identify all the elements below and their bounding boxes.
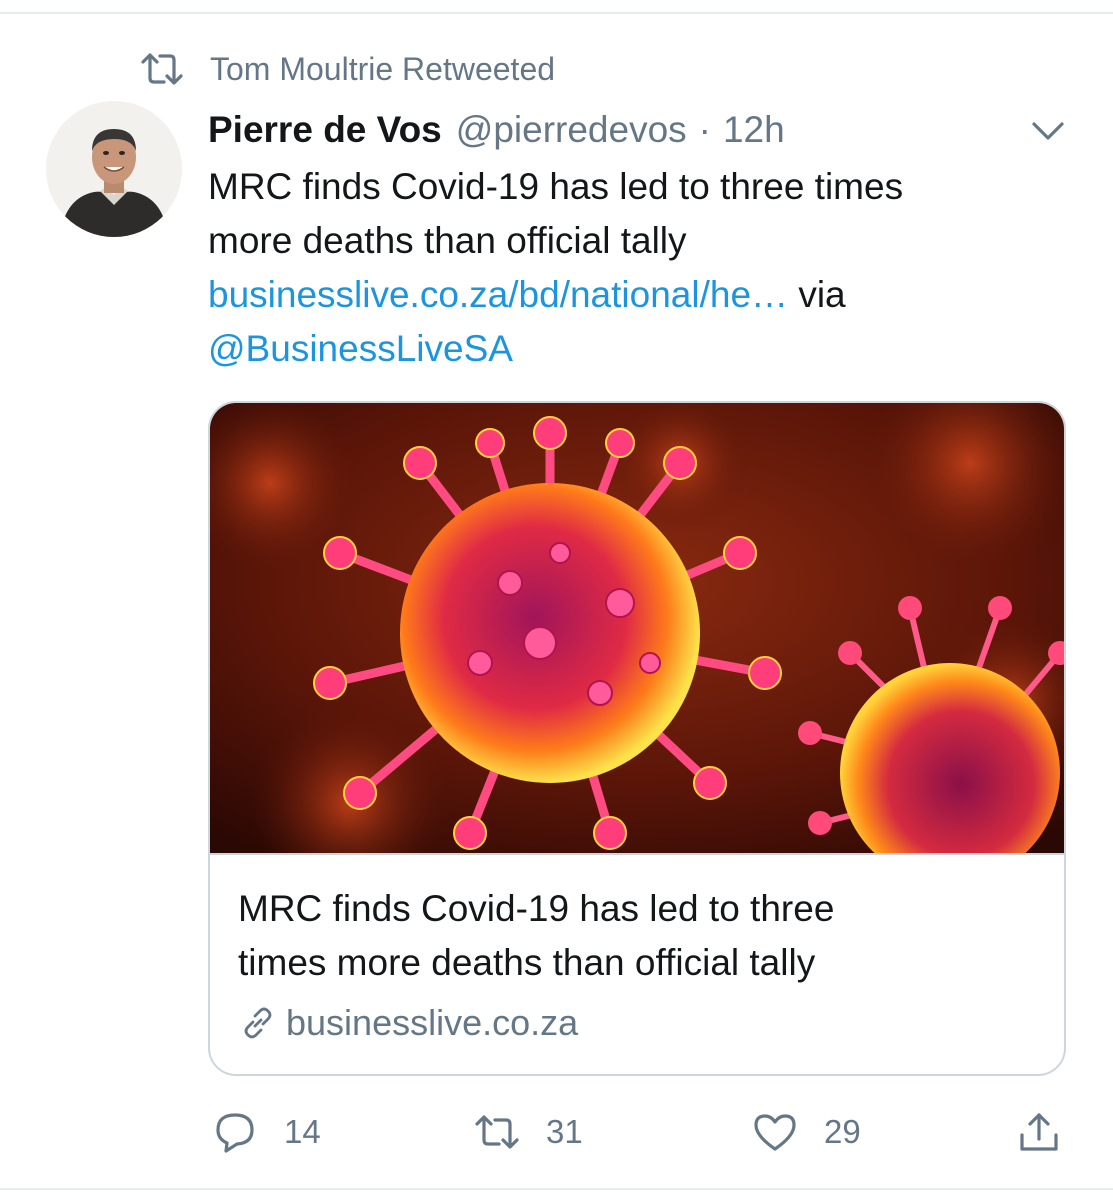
- avatar-image: [46, 101, 182, 237]
- card-domain-text: businesslive.co.za: [286, 1002, 579, 1043]
- tweet-text: MRC finds Covid-19 has led to three time…: [208, 160, 1068, 376]
- tweet-via-text: via: [798, 274, 846, 315]
- heart-icon: [754, 1114, 796, 1151]
- card-title-line: times more deaths than official tally: [238, 942, 816, 983]
- tweet-url-link[interactable]: businesslive.co.za/bd/national/he…: [208, 274, 788, 315]
- tweet-text-line: MRC finds Covid-19 has led to three time…: [208, 166, 904, 207]
- author-handle[interactable]: @pierredevos: [456, 109, 687, 151]
- share-icon: [1020, 1113, 1058, 1151]
- tweet-mention-line: @BusinessLiveSA: [208, 322, 1068, 376]
- coronavirus-image: [210, 403, 1064, 853]
- link-icon: [244, 1007, 272, 1039]
- bottom-divider: [0, 1188, 1113, 1190]
- top-divider: [0, 12, 1113, 14]
- tweet-timestamp[interactable]: 12h: [723, 109, 785, 151]
- tweet-link-line: businesslive.co.za/bd/national/he… via: [208, 268, 1068, 322]
- reply-count: 14: [284, 1113, 321, 1150]
- card-title[interactable]: MRC finds Covid-19 has led to three time…: [238, 882, 1038, 990]
- header-separator: ·: [698, 109, 711, 150]
- retweeted-by-label: Tom Moultrie Retweeted: [210, 50, 556, 87]
- retweet-icon: [475, 1115, 519, 1149]
- reply-button[interactable]: 14: [212, 1102, 321, 1162]
- retweet-button[interactable]: 31: [474, 1102, 583, 1162]
- tweet-text-line: more deaths than official tally: [208, 220, 687, 261]
- avatar[interactable]: [46, 101, 182, 237]
- retweet-count: 31: [546, 1113, 583, 1150]
- share-button[interactable]: [1016, 1102, 1062, 1162]
- card-divider: [210, 853, 1064, 855]
- card-domain[interactable]: businesslive.co.za: [240, 1000, 578, 1046]
- tweet-header: Pierre de Vos @pierredevos · 12h: [208, 102, 785, 158]
- like-button[interactable]: 29: [752, 1102, 861, 1162]
- retweeted-by[interactable]: Tom Moultrie Retweeted: [140, 48, 555, 90]
- reply-icon: [216, 1113, 254, 1153]
- like-count: 29: [824, 1113, 861, 1150]
- author-display-name[interactable]: Pierre de Vos: [208, 109, 442, 151]
- tweet-actions: 14 31 29: [0, 1102, 1113, 1162]
- mention-link[interactable]: @BusinessLiveSA: [208, 328, 513, 369]
- retweet-icon: [141, 53, 183, 85]
- chevron-down-icon[interactable]: [1028, 112, 1068, 148]
- card-title-line: MRC finds Covid-19 has led to three: [238, 888, 835, 929]
